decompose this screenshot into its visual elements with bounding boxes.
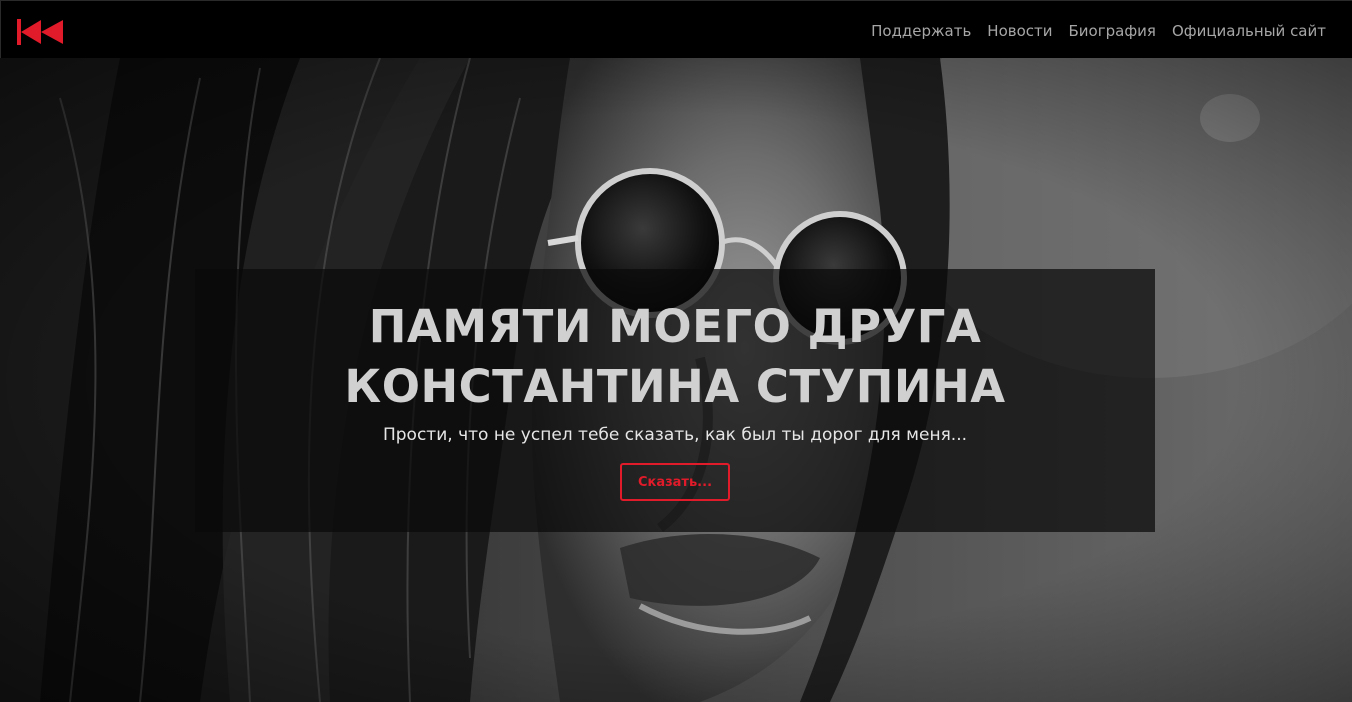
hero-title: ПАМЯТИ МОЕГО ДРУГА КОНСТАНТИНА СТУПИНА xyxy=(195,269,1155,417)
double-rewind-icon xyxy=(17,19,63,45)
nav-link-support[interactable]: Поддержать xyxy=(871,20,971,42)
hero-subtitle: Прости, что не успел тебе сказать, как б… xyxy=(382,425,968,445)
nav-link-news[interactable]: Новости xyxy=(987,20,1052,42)
hero-section: ПАМЯТИ МОЕГО ДРУГА КОНСТАНТИНА СТУПИНА П… xyxy=(0,58,1352,702)
nav-link-biography[interactable]: Биография xyxy=(1069,20,1156,42)
nav-menu: Поддержать Новости Биография Официальный… xyxy=(871,20,1326,42)
nav-link-official-site[interactable]: Официальный сайт xyxy=(1172,20,1326,42)
hero-title-line1: ПАМЯТИ МОЕГО ДРУГА xyxy=(368,300,982,353)
hero-overlay: ПАМЯТИ МОЕГО ДРУГА КОНСТАНТИНА СТУПИНА П… xyxy=(195,269,1155,532)
brand-logo[interactable] xyxy=(17,19,65,45)
page: Поддержать Новости Биография Официальный… xyxy=(0,0,1352,702)
hero-title-line2: КОНСТАНТИНА СТУПИНА xyxy=(344,360,1006,413)
navbar: Поддержать Новости Биография Официальный… xyxy=(0,0,1352,58)
say-button[interactable]: Сказать... xyxy=(619,463,731,501)
